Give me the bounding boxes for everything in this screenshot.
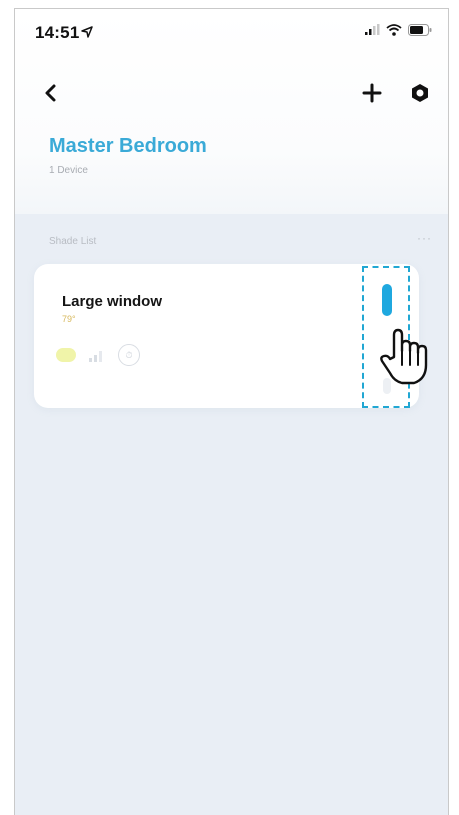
battery-icon — [408, 24, 432, 36]
device-count: 1 Device — [49, 165, 88, 176]
more-options-button[interactable]: ··· — [417, 231, 432, 245]
timer-icon: ⏱ — [118, 344, 140, 366]
shade-position-slider[interactable] — [362, 266, 410, 408]
status-bar: 14:51 — [15, 9, 448, 53]
cellular-signal-icon — [365, 24, 380, 35]
room-title: Master Bedroom — [49, 135, 207, 157]
clock: 14:51 — [35, 23, 80, 42]
nav-bar — [15, 73, 448, 113]
shade-name: Large window — [62, 293, 163, 310]
room-header: 14:51 Master Bedroom 1 Device — [15, 9, 448, 214]
location-arrow-icon — [81, 26, 93, 38]
back-chevron-icon[interactable] — [37, 79, 65, 107]
shade-list-label: Shade List — [49, 236, 97, 247]
settings-gear-icon[interactable] — [406, 79, 434, 107]
slider-track-bottom — [383, 378, 391, 394]
slider-fill — [382, 284, 392, 316]
sun-sensor-icon — [56, 348, 76, 362]
shade-temperature: 79° — [62, 314, 76, 324]
shade-indicators: ⏱ — [56, 344, 140, 366]
phone-frame: 14:51 Master Bedroom 1 Device Shade List… — [14, 8, 449, 815]
status-icons — [364, 24, 432, 36]
add-device-icon[interactable] — [358, 79, 386, 107]
signal-strength-icon — [89, 351, 102, 362]
wifi-icon — [386, 24, 402, 36]
